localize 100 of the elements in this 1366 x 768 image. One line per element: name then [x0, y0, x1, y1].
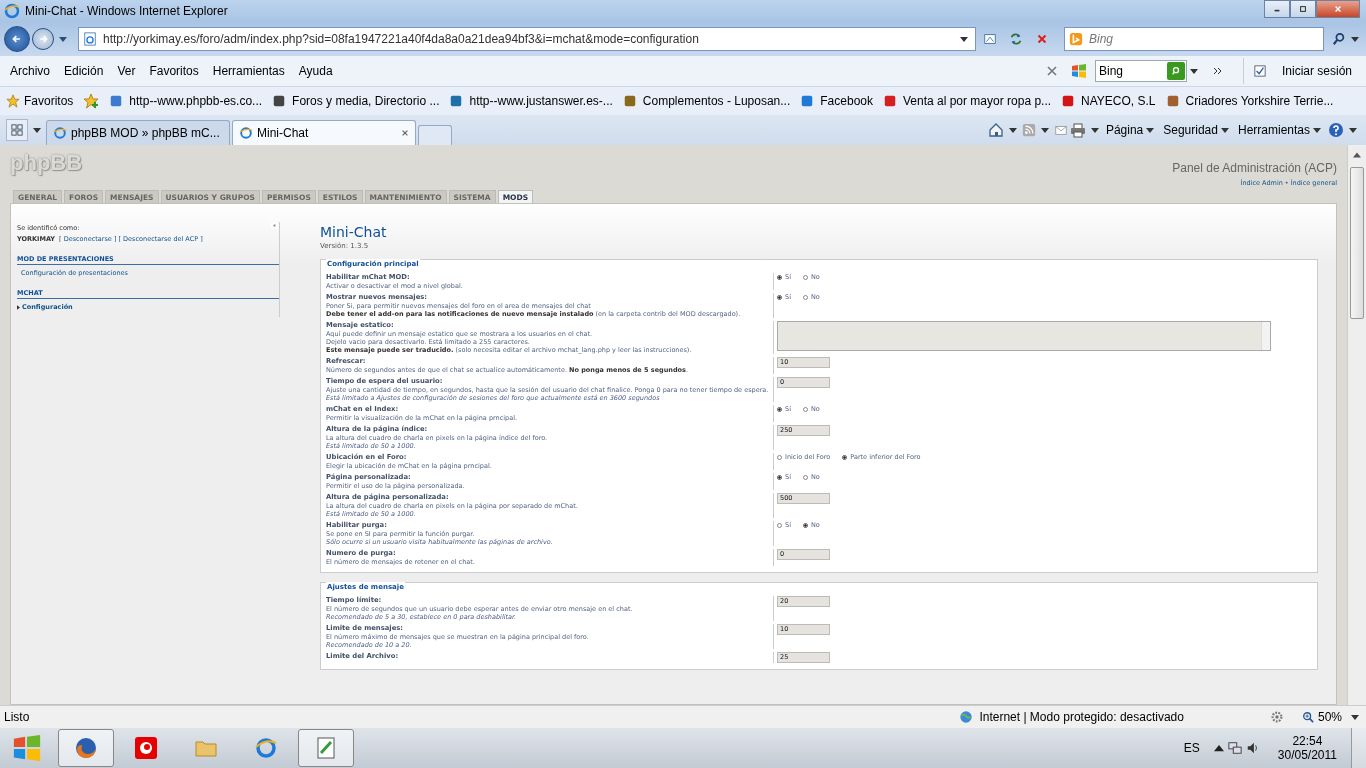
- dropdown-caret-icon[interactable]: [1351, 714, 1359, 720]
- maximize-icon: [1299, 5, 1307, 13]
- menu-item[interactable]: Ver: [117, 64, 136, 78]
- maximize-button[interactable]: [1290, 0, 1316, 18]
- radio-button[interactable]: [802, 522, 808, 528]
- search-field[interactable]: Bing: [1064, 27, 1324, 51]
- site-icon: [800, 94, 815, 108]
- favorite-link[interactable]: NAYECO, S.L: [1061, 94, 1156, 108]
- window-title: Mini-Chat - Windows Internet Explorer: [25, 4, 228, 18]
- dropdown-caret-icon[interactable]: [33, 127, 41, 133]
- radio-button[interactable]: [777, 294, 782, 300]
- favorite-link[interactable]: Complementos - Luposan...: [622, 94, 791, 108]
- radio-button[interactable]: [802, 474, 808, 480]
- dropdown-caret-icon[interactable]: [1349, 127, 1357, 133]
- page-icon: [83, 32, 97, 46]
- close-tab-icon[interactable]: [401, 129, 409, 137]
- phpbb-logo: phpBB: [10, 151, 83, 178]
- ring-logo-icon: [134, 736, 158, 760]
- dropdown-caret-icon[interactable]: [1189, 68, 1198, 74]
- radio-button[interactable]: [777, 406, 782, 412]
- menu-item[interactable]: Favoritos: [149, 64, 199, 78]
- zoom-button[interactable]: 50%: [1301, 710, 1342, 724]
- network-icon[interactable]: [1227, 741, 1242, 755]
- menu-item[interactable]: Ayuda: [298, 64, 333, 78]
- textarea-scrollbar[interactable]: [1261, 322, 1270, 350]
- volume-icon[interactable]: [1245, 741, 1260, 755]
- dropdown-caret-icon[interactable]: [1040, 127, 1049, 133]
- settings-icon[interactable]: [1269, 710, 1284, 724]
- site-icon: [109, 94, 124, 108]
- caret-icon: [1220, 127, 1229, 133]
- dropdown-caret-icon[interactable]: [960, 36, 968, 42]
- search-icon[interactable]: [1332, 32, 1346, 46]
- dropdown-caret-icon[interactable]: [1008, 127, 1017, 133]
- quick-tabs-button[interactable]: [6, 119, 28, 141]
- scroll-up-icon[interactable]: [1353, 151, 1361, 159]
- language-indicator[interactable]: ES: [1183, 741, 1200, 755]
- site-icon: [622, 94, 637, 108]
- browser-tab[interactable]: phpBB MOD » phpBB mC...: [46, 120, 230, 145]
- radio-button[interactable]: [777, 522, 782, 528]
- dropdown-caret-icon[interactable]: [59, 36, 67, 42]
- grid-icon: [11, 124, 23, 136]
- favorite-link[interactable]: http--www.justanswer.es-...: [449, 94, 613, 108]
- command-menu[interactable]: Herramientas: [1237, 123, 1324, 137]
- close-icon: [1334, 5, 1342, 13]
- tray-arrow-icon[interactable]: [1213, 743, 1224, 753]
- site-icon: [883, 94, 897, 108]
- refresh-icon: [1009, 32, 1023, 46]
- ie-logo-icon: [4, 3, 20, 19]
- favorites-button[interactable]: Favoritos: [6, 94, 74, 108]
- ie-logo-icon: [254, 736, 278, 760]
- favorite-link[interactable]: Facebook: [800, 94, 873, 108]
- command-menu[interactable]: Seguridad: [1163, 123, 1232, 137]
- home-icon[interactable]: [987, 122, 1004, 138]
- close-icon[interactable]: [1046, 66, 1057, 76]
- favorite-link[interactable]: Criadores Yorkshire Terrie...: [1165, 94, 1334, 108]
- command-menu[interactable]: Página: [1105, 123, 1158, 137]
- broken-page-icon: [983, 32, 997, 46]
- ie-page-icon: [239, 126, 253, 140]
- document-icon: [314, 736, 338, 760]
- printer-icon[interactable]: [1069, 122, 1086, 138]
- dropdown-caret-icon[interactable]: [1090, 127, 1099, 133]
- menu-item[interactable]: Archivo: [10, 64, 50, 78]
- scroll-thumb[interactable]: [1350, 167, 1364, 319]
- favorite-link[interactable]: Venta al por mayor ropa p...: [883, 94, 1052, 108]
- acp-title: Panel de Administración (ACP): [1172, 161, 1337, 175]
- windows-flag-icon: [12, 733, 42, 763]
- menu-item[interactable]: Edición: [64, 64, 104, 78]
- clock-date[interactable]: 30/05/2011: [1277, 748, 1337, 762]
- favorite-link[interactable]: Foros y media, Directorio ...: [272, 94, 440, 108]
- radio-button[interactable]: [777, 454, 782, 460]
- help-icon[interactable]: [1328, 122, 1344, 138]
- dropdown-caret-icon[interactable]: [1351, 36, 1359, 42]
- browser-tab[interactable]: Mini-Chat: [232, 120, 416, 145]
- radio-button[interactable]: [802, 274, 808, 280]
- fox-globe-icon: [74, 736, 98, 760]
- forward-button[interactable]: [32, 28, 54, 50]
- address-field[interactable]: http://yorkimay.es/foro/adm/index.php?sid=08fa1947221a40f4da8a0a21dea94bf3&i=mchat&mode=configuration: [78, 27, 976, 51]
- search-icon: [1170, 66, 1181, 76]
- editor-taskbar-button[interactable]: [298, 729, 354, 767]
- clock-time[interactable]: 22:54: [1292, 734, 1323, 748]
- caret-icon: [1313, 127, 1321, 133]
- radio-button[interactable]: [802, 294, 808, 300]
- radio-button[interactable]: [777, 274, 782, 280]
- menu-item[interactable]: Herramientas: [212, 64, 285, 78]
- ie-page-icon: [53, 126, 67, 140]
- firefox-taskbar-button[interactable]: [58, 729, 114, 767]
- checkbox-icon: [1253, 65, 1266, 77]
- textarea-field[interactable]: [777, 321, 1271, 351]
- radio-button[interactable]: [842, 454, 848, 460]
- back-button[interactable]: [4, 26, 30, 52]
- site-icon: [1061, 94, 1076, 108]
- chevron-icon[interactable]: [1212, 66, 1223, 76]
- favorite-link[interactable]: http--www.phpbb-es.co...: [109, 94, 263, 108]
- vertical-scrollbar[interactable]: [1347, 145, 1366, 705]
- radio-button[interactable]: [777, 474, 782, 480]
- add-favorite-icon[interactable]: [83, 93, 100, 109]
- signin-button[interactable]: Iniciar sesión: [1242, 58, 1352, 84]
- radio-button[interactable]: [802, 406, 808, 412]
- site-icon: [1165, 94, 1180, 108]
- star-icon: [6, 94, 20, 108]
